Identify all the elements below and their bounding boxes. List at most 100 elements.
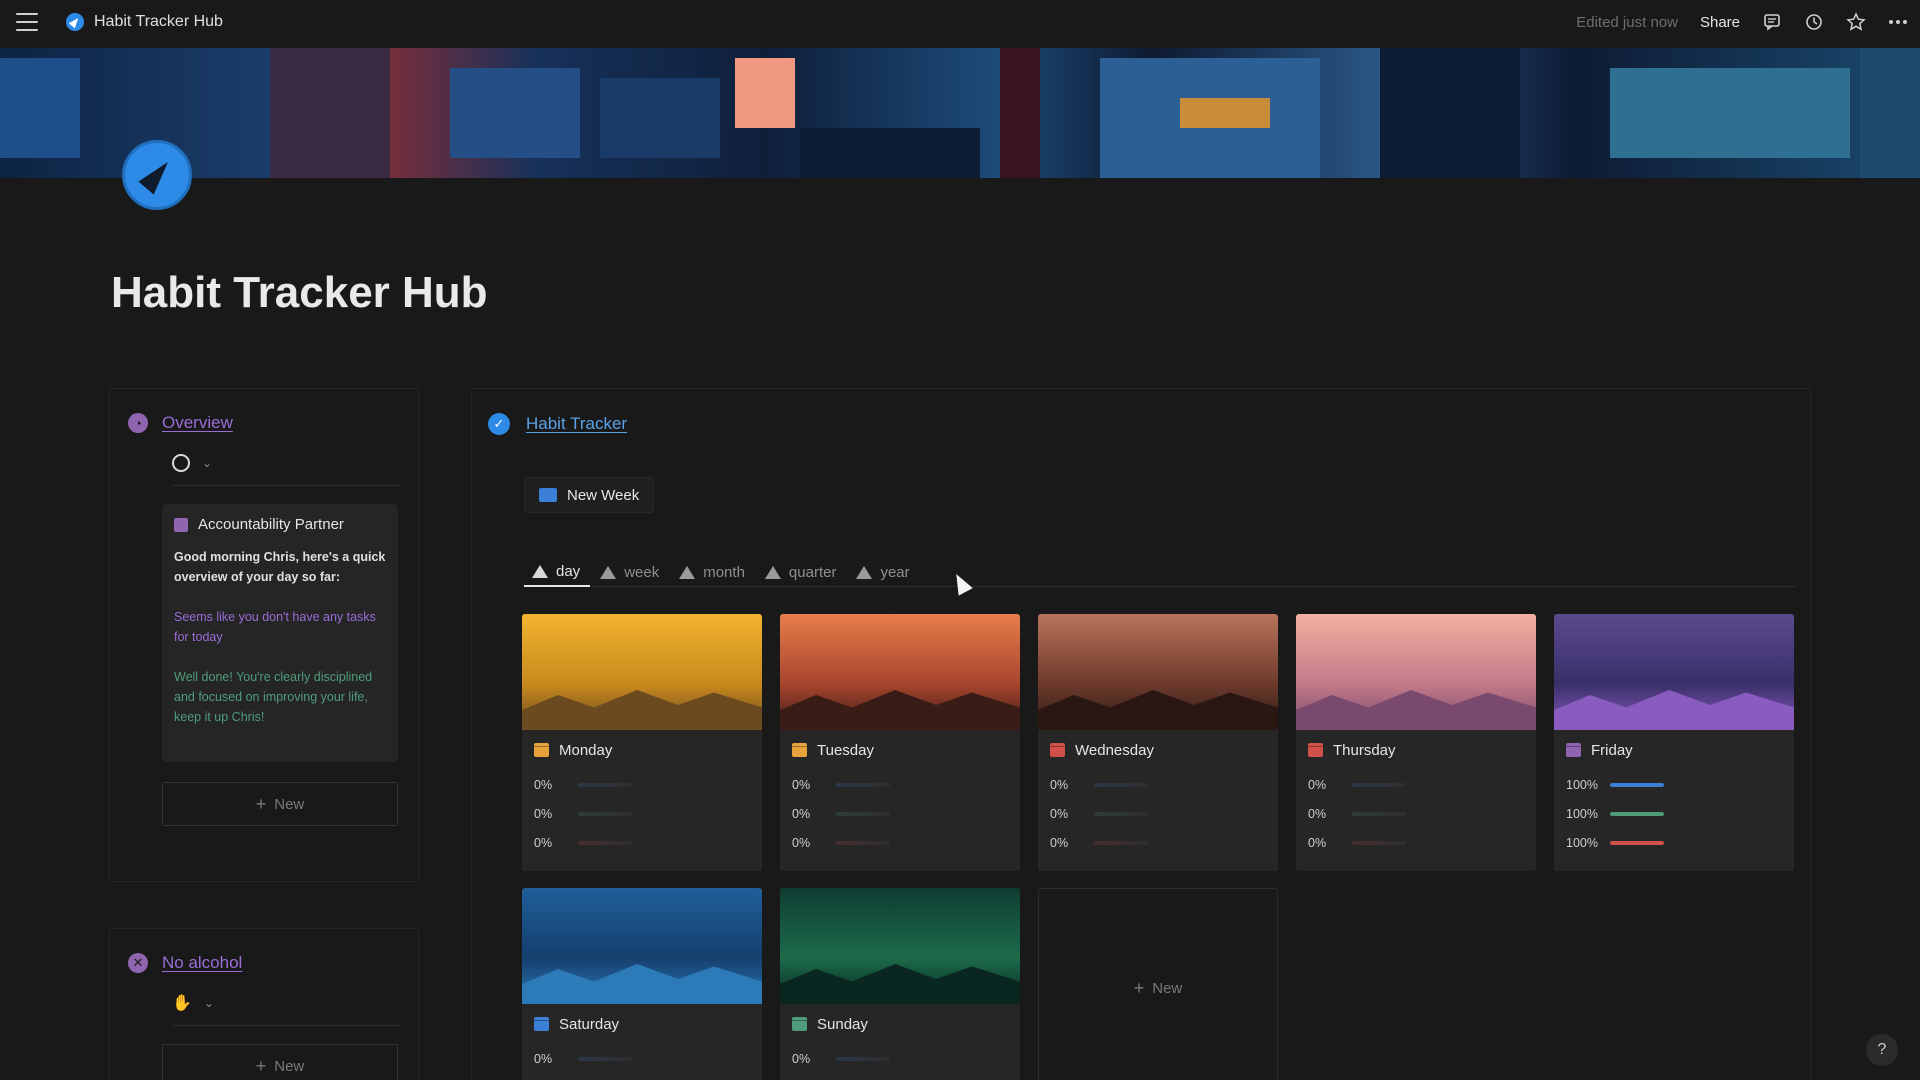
refresh-icon <box>539 488 557 502</box>
more-options-icon[interactable] <box>1888 12 1908 32</box>
progress-percent: 0% <box>534 777 553 792</box>
tab-month[interactable]: month <box>671 557 755 587</box>
day-card-tuesday[interactable]: Tuesday 0% 0% 0% <box>780 614 1020 871</box>
plus-icon: + <box>1133 977 1145 998</box>
day-name: Wednesday <box>1075 741 1154 759</box>
partner-greeting: Good morning Chris, here's a quick overv… <box>174 550 386 584</box>
progress-percent: 0% <box>792 806 811 821</box>
day-cover-image <box>522 888 762 1004</box>
no-alcohol-section: ✕ No alcohol ✋ ⌄ + New <box>109 928 419 1080</box>
tab-week[interactable]: week <box>592 557 669 587</box>
view-tabs: day week month quarter year <box>524 557 1796 587</box>
partner-title: Accountability Partner <box>198 516 344 533</box>
progress-bar <box>578 811 632 816</box>
calendar-icon <box>792 1017 807 1031</box>
progress-bar <box>1352 811 1406 816</box>
day-cover-image <box>1554 614 1794 730</box>
check-circle-icon: ✓ <box>488 413 510 435</box>
progress-percent: 0% <box>1050 835 1069 850</box>
progress-row: 0% <box>1296 828 1536 857</box>
plus-icon: + <box>255 793 267 814</box>
progress-bar <box>1610 811 1664 816</box>
progress-row: 0% <box>1038 828 1278 857</box>
progress-percent: 100% <box>1566 777 1598 792</box>
progress-row: 100% <box>1554 770 1794 799</box>
calendar-icon <box>1308 743 1323 757</box>
plus-icon: + <box>255 1055 267 1076</box>
overview-new-button[interactable]: + New <box>162 782 398 826</box>
divider <box>172 1025 400 1026</box>
progress-row: 0% <box>522 828 762 857</box>
progress-bar <box>1094 840 1148 845</box>
x-circle-icon: ✕ <box>128 953 148 973</box>
star-icon[interactable] <box>1846 12 1866 32</box>
help-button[interactable]: ? <box>1866 1034 1898 1066</box>
progress-percent: 0% <box>534 1051 553 1066</box>
progress-percent: 0% <box>792 835 811 850</box>
progress-bar <box>836 840 890 845</box>
progress-bar <box>1610 840 1664 845</box>
page-compass-icon[interactable] <box>122 140 192 210</box>
breadcrumb[interactable]: Habit Tracker Hub <box>66 13 223 31</box>
triangle-icon <box>600 565 617 579</box>
tab-day[interactable]: day <box>524 557 591 587</box>
progress-percent: 0% <box>1050 777 1069 792</box>
progress-percent: 0% <box>792 777 811 792</box>
progress-row: 0% <box>1296 770 1536 799</box>
progress-percent: 0% <box>1050 806 1069 821</box>
habit-tracker-link[interactable]: Habit Tracker <box>526 414 627 434</box>
overview-link[interactable]: Overview <box>162 413 233 433</box>
progress-bar <box>1610 782 1664 787</box>
day-name: Saturday <box>559 1015 620 1033</box>
day-name: Friday <box>1591 741 1633 759</box>
day-card-monday[interactable]: Monday 0% 0% 0% <box>522 614 762 871</box>
day-cover-image <box>1296 614 1536 730</box>
comments-icon[interactable] <box>1762 12 1782 32</box>
triangle-icon <box>679 565 696 579</box>
share-button[interactable]: Share <box>1700 14 1740 31</box>
progress-bar <box>1352 840 1406 845</box>
no-alcohol-link[interactable]: No alcohol <box>162 953 242 973</box>
partner-praise-message: Well done! You're clearly disciplined an… <box>174 670 373 724</box>
chevron-down-icon[interactable]: ⌄ <box>202 456 212 470</box>
edited-status: Edited just now <box>1576 13 1678 31</box>
tab-year[interactable]: year <box>848 557 919 587</box>
progress-row: 0% <box>780 770 1020 799</box>
triangle-icon <box>532 564 548 578</box>
new-week-button[interactable]: New Week <box>524 477 655 513</box>
day-cover-image <box>780 888 1020 1004</box>
progress-percent: 0% <box>792 1051 811 1066</box>
day-card-friday[interactable]: Friday 100% 100% 100% <box>1554 614 1794 871</box>
progress-row: 0% <box>780 799 1020 828</box>
circle-icon[interactable] <box>172 454 190 472</box>
day-card-saturday[interactable]: Saturday 0% <box>522 888 762 1080</box>
menu-icon[interactable] <box>16 13 38 31</box>
calendar-icon <box>534 743 549 757</box>
gallery-new-button[interactable]: + New <box>1038 888 1278 1080</box>
progress-percent: 0% <box>1308 835 1327 850</box>
day-name: Tuesday <box>817 741 874 759</box>
progress-row: 0% <box>780 828 1020 857</box>
progress-row: 0% <box>522 799 762 828</box>
progress-row: 0% <box>522 1044 762 1073</box>
day-card-wednesday[interactable]: Wednesday 0% 0% 0% <box>1038 614 1278 871</box>
accountability-partner-card[interactable]: Accountability Partner Good morning Chri… <box>162 504 398 762</box>
progress-bar <box>1094 782 1148 787</box>
progress-row: 0% <box>522 770 762 799</box>
no-alcohol-new-button[interactable]: + New <box>162 1044 398 1080</box>
hand-icon[interactable]: ✋ <box>172 993 192 1013</box>
day-name: Sunday <box>817 1015 868 1033</box>
progress-bar <box>578 840 632 845</box>
day-name: Thursday <box>1333 741 1396 759</box>
cover-image <box>0 48 1920 178</box>
tab-quarter[interactable]: quarter <box>757 557 847 587</box>
chevron-down-icon[interactable]: ⌄ <box>204 996 214 1010</box>
day-card-thursday[interactable]: Thursday 0% 0% 0% <box>1296 614 1536 871</box>
day-cover-image <box>522 614 762 730</box>
breadcrumb-page-name: Habit Tracker Hub <box>94 13 223 30</box>
progress-bar <box>578 782 632 787</box>
history-icon[interactable] <box>1804 12 1824 32</box>
day-card-sunday[interactable]: Sunday 0% <box>780 888 1020 1080</box>
triangle-icon <box>764 565 781 579</box>
progress-bar <box>836 811 890 816</box>
